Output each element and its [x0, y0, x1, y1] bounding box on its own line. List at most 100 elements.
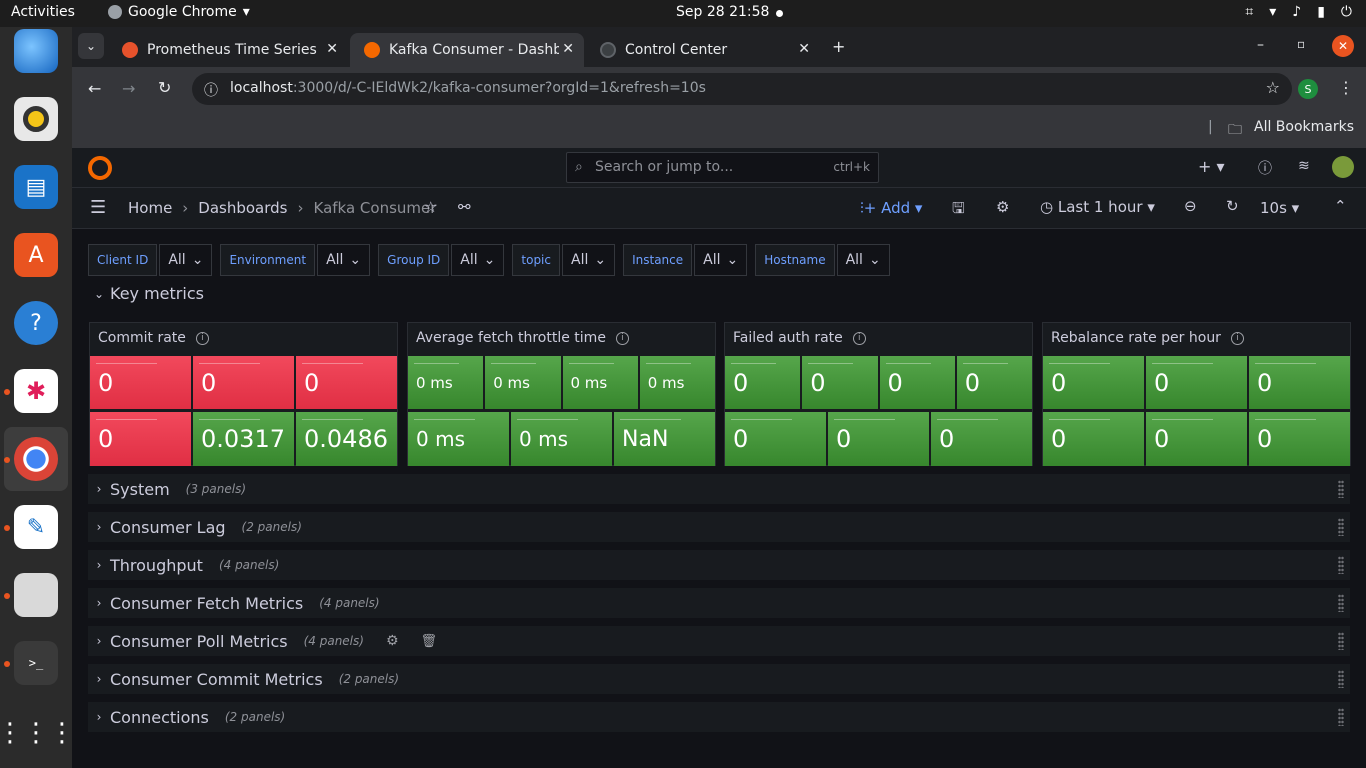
- help-icon[interactable]: ⓘ: [1258, 158, 1272, 178]
- zoom-out-icon[interactable]: ⊖: [1184, 197, 1197, 215]
- maximize-icon[interactable]: ▫: [1297, 37, 1305, 51]
- panel-title-bar: Failed auth rate i: [733, 330, 866, 346]
- clock[interactable]: Sep 28 21:58: [676, 4, 769, 20]
- dashboard-nav-bar: ☰ Home › Dashboards › Kafka Consumer ☆ ⚯…: [72, 188, 1366, 229]
- dashboard-row[interactable]: › System (3 panels): [88, 474, 1350, 504]
- var-select[interactable]: All ⌄: [836, 244, 890, 276]
- thunderbird-icon[interactable]: [14, 29, 58, 73]
- menu-kebab-icon[interactable]: ⋮: [1338, 78, 1354, 97]
- slack-icon[interactable]: ✱: [14, 369, 58, 413]
- row-title: System: [110, 479, 170, 499]
- help-icon[interactable]: ?: [14, 301, 58, 345]
- chevron-right-icon: ›: [96, 482, 102, 496]
- time-picker[interactable]: ◷ Last 1 hour ▾: [1040, 198, 1155, 216]
- breadcrumb-home[interactable]: Home: [128, 199, 172, 217]
- minimize-icon[interactable]: –: [1257, 37, 1264, 53]
- files-icon[interactable]: [14, 573, 58, 617]
- tab-search-button[interactable]: ⌄: [78, 33, 104, 59]
- chrome-dock-icon[interactable]: [14, 437, 58, 481]
- tab-prometheus[interactable]: Prometheus Time Series ✕: [108, 33, 348, 67]
- var-select[interactable]: All ⌄: [159, 244, 213, 276]
- system-tray[interactable]: ⌗ ▾ ♪ ▮ ⏻: [1245, 4, 1352, 20]
- app-center-icon[interactable]: A: [14, 233, 58, 277]
- star-icon[interactable]: ☆: [424, 198, 437, 216]
- text-editor-icon[interactable]: ✎: [14, 505, 58, 549]
- dashboard-row[interactable]: › Consumer Fetch Metrics (4 panels): [88, 588, 1350, 618]
- dashboard-row[interactable]: › Throughput (4 panels): [88, 550, 1350, 580]
- news-feed-icon[interactable]: ≋: [1298, 158, 1310, 174]
- var-select[interactable]: All ⌄: [694, 244, 748, 276]
- new-menu-icon[interactable]: + ▾: [1198, 157, 1225, 176]
- panel-title: Average fetch throttle time: [416, 330, 606, 346]
- breadcrumb-dashboards[interactable]: Dashboards: [198, 199, 287, 217]
- search-icon: ⌕: [575, 159, 583, 175]
- var-select[interactable]: All ⌄: [562, 244, 616, 276]
- drag-handle-icon[interactable]: [1338, 632, 1344, 650]
- drag-handle-icon[interactable]: [1338, 708, 1344, 726]
- user-avatar[interactable]: [1332, 156, 1354, 178]
- row-settings-gear-icon[interactable]: ⚙: [386, 633, 399, 649]
- libreoffice-writer-icon[interactable]: ▤: [14, 165, 58, 209]
- settings-gear-icon[interactable]: ⚙: [996, 198, 1009, 216]
- info-icon[interactable]: i: [195, 331, 209, 345]
- stat-value: 0: [828, 412, 929, 466]
- refresh-icon[interactable]: ↻: [1226, 197, 1239, 215]
- dashboard-row[interactable]: › Consumer Lag (2 panels): [88, 512, 1350, 542]
- close-icon[interactable]: ✕: [326, 41, 338, 57]
- tab-control-center[interactable]: Control Center ✕: [586, 33, 820, 67]
- close-icon[interactable]: ✕: [798, 41, 810, 57]
- all-bookmarks-link[interactable]: All Bookmarks: [1254, 119, 1354, 135]
- var-select[interactable]: All ⌄: [317, 244, 371, 276]
- show-apps-icon[interactable]: ⋮⋮⋮: [0, 711, 75, 755]
- stat-panel[interactable]: Failed auth rate i 0 0 0 0 0 0 0: [724, 322, 1033, 466]
- row-title: Consumer Poll Metrics: [110, 631, 288, 651]
- dashboard-row[interactable]: › Consumer Poll Metrics (4 panels) ⚙ 🗑: [88, 626, 1350, 656]
- add-button[interactable]: ⫶+ Add ▾: [860, 199, 922, 217]
- window-close-icon[interactable]: ✕: [1332, 35, 1354, 57]
- activities-button[interactable]: Activities: [11, 4, 75, 20]
- info-icon[interactable]: i: [615, 331, 629, 345]
- row-key-metrics-header[interactable]: ⌄ Key metrics: [88, 284, 204, 303]
- url-bar[interactable]: ⓘ localhost:3000/d/-C-IEldWk2/kafka-cons…: [192, 73, 1292, 105]
- back-icon[interactable]: ←: [88, 79, 101, 98]
- reload-icon[interactable]: ↻: [158, 78, 171, 97]
- stat-panel[interactable]: Commit rate i 0 0 0 0 0.0317 0.0486: [89, 322, 398, 466]
- drag-handle-icon[interactable]: [1338, 480, 1344, 498]
- var-value: All: [460, 252, 478, 268]
- close-icon[interactable]: ✕: [562, 41, 574, 57]
- collapse-icon[interactable]: ⌃: [1334, 197, 1347, 215]
- info-icon[interactable]: i: [1230, 331, 1244, 345]
- running-indicator: [4, 389, 10, 395]
- drag-handle-icon[interactable]: [1338, 594, 1344, 612]
- info-icon[interactable]: i: [852, 331, 866, 345]
- search-input[interactable]: ⌕ Search or jump to... ctrl+k: [566, 152, 879, 183]
- site-info-icon[interactable]: ⓘ: [204, 80, 218, 100]
- dashboard-row[interactable]: › Consumer Commit Metrics (2 panels): [88, 664, 1350, 694]
- row-title: Consumer Fetch Metrics: [110, 593, 304, 613]
- forward-icon[interactable]: →: [122, 79, 135, 98]
- panel-title: Commit rate: [98, 330, 186, 346]
- stat-panel[interactable]: Rebalance rate per hour i 0 0 0 0 0 0: [1042, 322, 1351, 466]
- stat-value: 0.0317: [193, 412, 294, 466]
- var-select[interactable]: All ⌄: [451, 244, 505, 276]
- menu-hamburger-icon[interactable]: ☰: [90, 197, 106, 218]
- row-panel-count: (2 panels): [241, 520, 302, 534]
- share-icon[interactable]: ⚯: [458, 198, 471, 216]
- terminal-icon[interactable]: >_: [14, 641, 58, 685]
- stat-panel[interactable]: Average fetch throttle time i 0 ms 0 ms 0 ms…: [407, 322, 716, 466]
- stat-value: 0 ms: [639, 356, 715, 409]
- app-menu[interactable]: Google Chrome ▾: [108, 4, 250, 20]
- rhythmbox-icon[interactable]: [14, 97, 58, 141]
- dashboard-row[interactable]: › Connections (2 panels): [88, 702, 1350, 732]
- tab-kafka-consumer[interactable]: Kafka Consumer - Dashb ✕: [350, 33, 584, 67]
- drag-handle-icon[interactable]: [1338, 518, 1344, 536]
- drag-handle-icon[interactable]: [1338, 670, 1344, 688]
- refresh-interval[interactable]: 10s ▾: [1260, 199, 1299, 217]
- profile-avatar[interactable]: S: [1298, 79, 1318, 99]
- drag-handle-icon[interactable]: [1338, 556, 1344, 574]
- row-delete-icon[interactable]: 🗑: [421, 634, 438, 649]
- grafana-logo-icon[interactable]: [88, 156, 112, 180]
- save-icon[interactable]: 🖫: [952, 198, 965, 223]
- bookmark-star-icon[interactable]: ☆: [1266, 78, 1280, 97]
- new-tab-icon[interactable]: +: [832, 37, 845, 56]
